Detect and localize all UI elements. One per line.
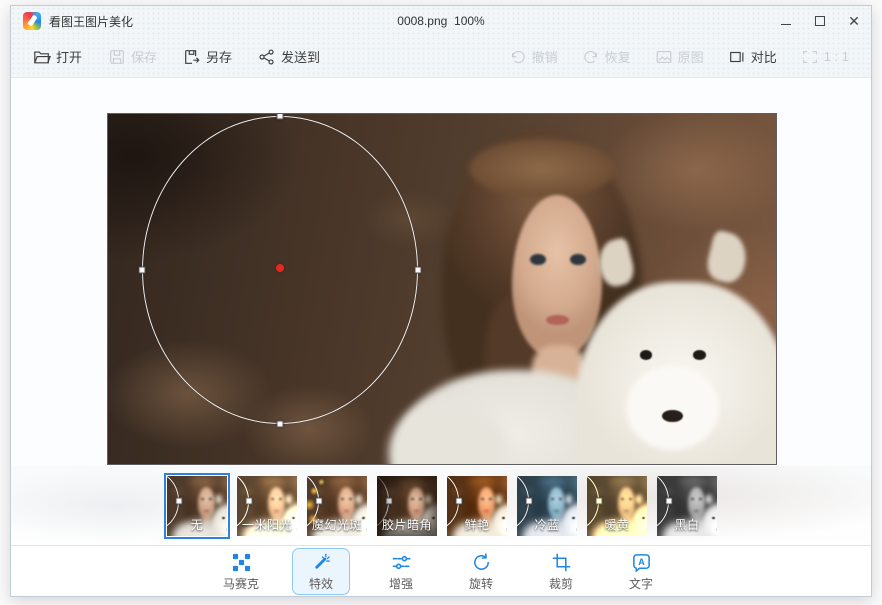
save-as-icon bbox=[183, 48, 201, 66]
woman-lips bbox=[414, 510, 418, 512]
selection-handle-right[interactable] bbox=[414, 267, 421, 274]
filter-thumb-label: 魔幻光斑 bbox=[307, 516, 367, 533]
filter-thumb-3[interactable]: 胶片暗角 bbox=[377, 476, 437, 536]
send-to-button[interactable]: 发送到 bbox=[258, 47, 320, 66]
window-controls: ✕ bbox=[769, 6, 871, 36]
photo-canvas bbox=[108, 114, 776, 464]
filter-thumb-1[interactable]: 一米阳光 bbox=[237, 476, 297, 536]
dog-muzzle bbox=[626, 366, 720, 450]
undo-button[interactable]: 撤销 bbox=[509, 47, 558, 66]
mosaic-icon bbox=[231, 552, 252, 573]
filter-thumb-label: 鲜艳 bbox=[447, 516, 507, 533]
save-as-button[interactable]: 另存 bbox=[183, 47, 232, 66]
maximize-button[interactable] bbox=[803, 6, 837, 36]
woman-braid bbox=[469, 139, 616, 199]
compare-button[interactable]: 对比 bbox=[728, 47, 777, 66]
svg-text:A: A bbox=[638, 556, 645, 566]
woman-eye-left bbox=[530, 254, 545, 265]
filter-thumb-label: 胶片暗角 bbox=[377, 516, 437, 533]
tool-enhance[interactable]: 增强 bbox=[372, 548, 430, 595]
editor-canvas-area: 无 一米阳光 bbox=[11, 79, 871, 545]
woman-lips bbox=[274, 510, 278, 512]
close-button[interactable]: ✕ bbox=[837, 6, 871, 36]
save-icon bbox=[108, 48, 126, 66]
filter-thumb-0[interactable]: 无 bbox=[167, 476, 227, 536]
filename: 0008.png bbox=[397, 14, 447, 28]
maximize-icon bbox=[815, 16, 825, 26]
compare-icon bbox=[728, 48, 746, 66]
woman-lips bbox=[546, 315, 569, 325]
magic-wand-icon bbox=[311, 552, 332, 573]
filter-thumbnail-strip: 无 一米阳光 bbox=[167, 476, 717, 536]
one-to-one-icon bbox=[801, 48, 819, 66]
sliders-icon bbox=[391, 552, 412, 573]
woman-lips bbox=[204, 510, 208, 512]
filter-thumb-4[interactable]: 鲜艳 bbox=[447, 476, 507, 536]
open-button[interactable]: 打开 bbox=[33, 47, 82, 66]
selection-handle-right bbox=[596, 498, 603, 505]
close-icon: ✕ bbox=[848, 13, 860, 30]
main-toolbar: 打开 保存 另存 发送到 撤销 恢复 原图 bbox=[11, 36, 871, 78]
selection-handle-bottom[interactable] bbox=[276, 421, 283, 428]
tool-effects[interactable]: 特效 bbox=[292, 548, 350, 595]
filter-thumb-label: 暖黄 bbox=[587, 516, 647, 533]
tool-mosaic[interactable]: 马赛克 bbox=[212, 548, 270, 595]
bottom-toolbar: 马赛克 特效 增强 旋转 裁剪 A 文字 bbox=[11, 545, 871, 596]
redo-button[interactable]: 恢复 bbox=[582, 47, 631, 66]
woman-lips bbox=[624, 510, 628, 512]
rotate-icon bbox=[471, 552, 492, 573]
toolbar-right-group: 撤销 恢复 原图 对比 1 : 1 bbox=[485, 47, 849, 66]
one-to-one-button[interactable]: 1 : 1 bbox=[801, 48, 849, 66]
minimize-icon bbox=[781, 24, 791, 25]
dog-eye-right bbox=[693, 350, 706, 360]
filter-thumb-7[interactable]: 黑白 bbox=[657, 476, 717, 536]
filter-thumb-6[interactable]: 暖黄 bbox=[587, 476, 647, 536]
selection-handle-right bbox=[176, 498, 183, 505]
original-image-button[interactable]: 原图 bbox=[655, 47, 704, 66]
filter-thumb-label: 黑白 bbox=[657, 516, 717, 533]
save-button[interactable]: 保存 bbox=[108, 47, 157, 66]
woman-lips bbox=[554, 510, 558, 512]
selection-handle-top[interactable] bbox=[276, 114, 283, 120]
woman-lips bbox=[484, 510, 488, 512]
filename-and-zoom: 0008.png 100% bbox=[11, 14, 871, 28]
tool-rotate[interactable]: 旋转 bbox=[452, 548, 510, 595]
image-icon bbox=[655, 48, 673, 66]
selection-handle-left[interactable] bbox=[139, 267, 146, 274]
selection-handle-right bbox=[386, 498, 393, 505]
pencil-icon bbox=[27, 15, 37, 27]
folder-open-icon bbox=[33, 48, 51, 66]
crop-icon bbox=[551, 552, 572, 573]
selection-center-dot[interactable] bbox=[276, 264, 284, 272]
app-title: 看图王图片美化 bbox=[49, 13, 133, 30]
tool-crop[interactable]: 裁剪 bbox=[532, 548, 590, 595]
filter-thumb-label: 无 bbox=[167, 516, 227, 533]
dog-ear-right bbox=[704, 229, 751, 285]
selection-handle-right bbox=[456, 498, 463, 505]
photo-scene bbox=[108, 114, 776, 464]
woman-lips bbox=[694, 510, 698, 512]
minimize-button[interactable] bbox=[769, 6, 803, 36]
tool-text[interactable]: A 文字 bbox=[612, 548, 670, 595]
app-window: 看图王图片美化 0008.png 100% ✕ 打开 保存 另存 发送到 bbox=[10, 5, 872, 597]
redo-icon bbox=[582, 48, 600, 66]
selection-handle-right bbox=[246, 498, 253, 505]
app-logo-icon bbox=[23, 12, 41, 30]
filter-thumb-5[interactable]: 冷蓝 bbox=[517, 476, 577, 536]
zoom-level: 100% bbox=[454, 14, 485, 28]
woman-lips bbox=[344, 510, 348, 512]
share-icon bbox=[258, 48, 276, 66]
selection-handle-right bbox=[526, 498, 533, 505]
text-icon: A bbox=[631, 552, 652, 573]
undo-icon bbox=[509, 48, 527, 66]
filter-thumb-2[interactable]: 魔幻光斑 bbox=[307, 476, 367, 536]
selection-handle-right bbox=[316, 498, 323, 505]
selection-handle-right bbox=[666, 498, 673, 505]
filter-thumb-label: 一米阳光 bbox=[237, 516, 297, 533]
woman-eye-right bbox=[570, 254, 585, 265]
title-bar: 看图王图片美化 0008.png 100% ✕ bbox=[11, 6, 871, 36]
filter-thumb-label: 冷蓝 bbox=[517, 516, 577, 533]
